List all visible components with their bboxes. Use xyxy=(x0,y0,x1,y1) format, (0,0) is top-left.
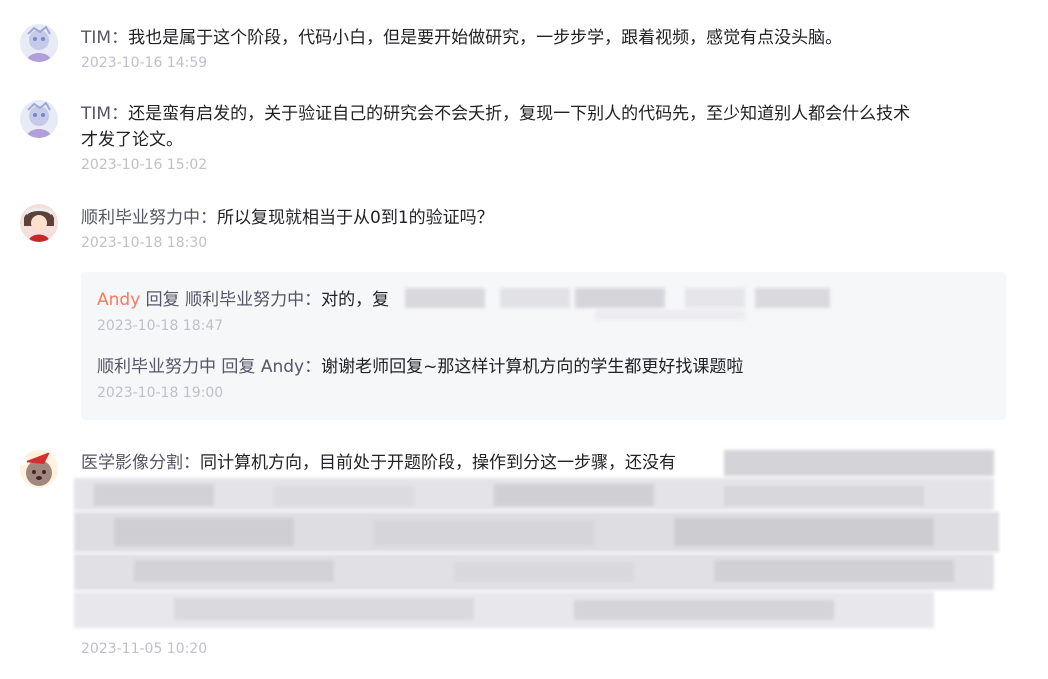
comment-author[interactable]: 顺利毕业努力中 xyxy=(81,208,200,228)
separator: ： xyxy=(111,104,129,124)
comment-timestamp: 2023-10-18 18:30 xyxy=(81,235,208,251)
separator: ： xyxy=(111,28,129,48)
separator: ： xyxy=(304,357,322,377)
reply-author[interactable]: Andy xyxy=(97,290,140,310)
comment-text: 我也是属于这个阶段，代码小白，但是要开始做研究，一步步学，跟着视频，感觉有点没头… xyxy=(128,28,843,48)
comment-body: TIM：我也是属于这个阶段，代码小白，但是要开始做研究，一步步学，跟着视频，感觉… xyxy=(81,24,1006,73)
comment-text-line: 顺利毕业努力中：所以复现就相当于从0到1的验证吗？ xyxy=(81,205,1006,231)
avatar[interactable] xyxy=(20,100,58,138)
reply-item: 顺利毕业努力中 回复 Andy：谢谢老师回复~那这样计算机方向的学生都更好找课题… xyxy=(97,354,992,403)
comment-text: 所以复现就相当于从0到1的验证吗？ xyxy=(217,208,494,228)
reply-text: 对的，复 xyxy=(321,290,390,310)
avatar[interactable] xyxy=(20,204,58,242)
redacted-text-mosaic xyxy=(405,286,830,322)
avatar[interactable] xyxy=(20,24,58,62)
avatar[interactable] xyxy=(20,450,58,488)
reply-verb: 回复 xyxy=(221,357,256,377)
comment-timestamp: 2023-10-16 14:59 xyxy=(81,55,208,71)
comment-text-line: TIM：还是蛮有启发的，关于验证自己的研究会不会夭折，复现一下别人的代码先，至少… xyxy=(81,101,1006,127)
comment-author[interactable]: TIM xyxy=(81,104,111,124)
comment-body: 顺利毕业努力中：所以复现就相当于从0到1的验证吗？ 2023-10-18 18:… xyxy=(81,204,1006,253)
comment-author[interactable]: TIM xyxy=(81,28,111,48)
reply-text: 谢谢老师回复~那这样计算机方向的学生都更好找课题啦 xyxy=(321,357,744,377)
comment-timestamp: 2023-10-16 15:02 xyxy=(81,157,208,173)
comment-text-line: TIM：我也是属于这个阶段，代码小白，但是要开始做研究，一步步学，跟着视频，感觉… xyxy=(81,25,1006,51)
redacted-text-mosaic xyxy=(74,448,1004,632)
separator: ： xyxy=(200,208,217,228)
comment-timestamp: 2023-11-05 10:20 xyxy=(81,641,208,657)
reply-target[interactable]: Andy xyxy=(261,357,304,377)
comment-body: TIM：还是蛮有启发的，关于验证自己的研究会不会夭折，复现一下别人的代码先，至少… xyxy=(81,100,1006,175)
separator: ： xyxy=(304,290,322,310)
reply-target[interactable]: 顺利毕业努力中 xyxy=(185,290,304,310)
reply-timestamp: 2023-10-18 19:00 xyxy=(97,385,224,401)
comment-text: 还是蛮有启发的，关于验证自己的研究会不会夭折，复现一下别人的代码先，至少知道别人… xyxy=(128,104,911,124)
reply-verb: 回复 xyxy=(145,290,180,310)
reply-text-line: 顺利毕业努力中 回复 Andy：谢谢老师回复~那这样计算机方向的学生都更好找课题… xyxy=(97,354,992,380)
reply-author[interactable]: 顺利毕业努力中 xyxy=(97,357,216,377)
comment-text-line-2: 才发了论文。 xyxy=(81,130,183,150)
